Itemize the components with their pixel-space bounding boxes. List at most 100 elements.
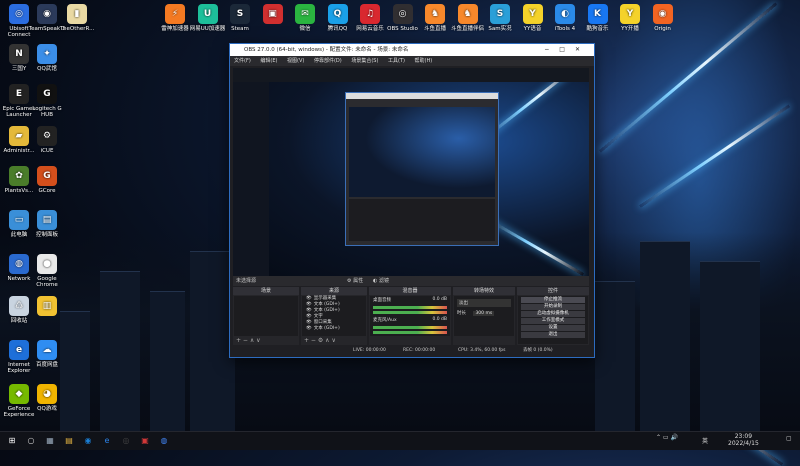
close-icon[interactable]: ✕ — [575, 46, 590, 53]
visibility-icon[interactable]: 👁 — [306, 296, 312, 301]
controls-dock: 控件 停止推流 开始录制 启动虚拟摄像机 工作室模式 设置 退出 — [517, 287, 589, 345]
visibility-icon[interactable]: 👁 — [306, 314, 312, 319]
app-icon: ▰ — [9, 126, 29, 146]
desktop-icon[interactable]: ✦ QQ武馆 — [28, 44, 66, 72]
source-item-label: 文字 — [313, 314, 323, 319]
desktop-icon-label: Google Chrome — [36, 276, 58, 288]
taskbar-app-icon[interactable]: ▦ — [44, 435, 56, 447]
taskbar-app-icon[interactable]: e — [101, 435, 113, 447]
clock[interactable]: 23:09 2022/4/15 — [728, 433, 759, 447]
app-icon: ☁ — [37, 340, 57, 360]
desktop-icon-label: Logitech G HUB — [32, 106, 62, 118]
preview-desktop-icons — [233, 82, 269, 276]
desktop-icon[interactable]: ▥ — [28, 296, 66, 318]
app-icon: ✦ — [37, 44, 57, 64]
app-icon: ◕ — [37, 384, 57, 404]
settings-button[interactable]: 设置 — [521, 325, 585, 331]
minimize-icon[interactable]: − — [544, 46, 559, 53]
taskbar-app-icon[interactable]: ◍ — [158, 435, 170, 447]
source-toolbar: 未选择源 ⚙ 属性 ◐ 滤镜 — [233, 276, 589, 286]
taskbar-app-icon[interactable]: ○ — [25, 435, 37, 447]
taskbar-app-icon[interactable]: ▤ — [63, 435, 75, 447]
scenes-list[interactable] — [234, 296, 298, 336]
transition-select[interactable]: 淡出 — [457, 299, 511, 307]
desktop-icon[interactable]: ◕ QQ游戏 — [28, 384, 66, 412]
taskbar-app-icon[interactable]: ◎ — [120, 435, 132, 447]
tray-icons[interactable]: ⌃ ▭ 🔊 — [656, 434, 678, 441]
desktop-icon-label: Steam — [231, 26, 249, 32]
window-controls[interactable]: −□✕ — [544, 44, 590, 56]
status-live: LIVE: 00:00:00 — [353, 348, 386, 353]
start-recording-button[interactable]: 开始录制 — [521, 304, 585, 310]
obs-preview[interactable] — [233, 68, 589, 276]
status-cpu: CPU: 3.4%, 60.00 fps — [458, 348, 506, 353]
menu-help[interactable]: 帮助(H) — [415, 58, 433, 64]
sources-title: 来源 — [301, 287, 367, 295]
light-beam — [639, 104, 791, 208]
duration-row: 时长 300 ms — [457, 311, 495, 316]
notification-icon[interactable]: ▢ — [786, 435, 792, 442]
status-dropped: 丢帧 0 (0.0%) — [523, 348, 553, 353]
duration-input[interactable]: 300 ms — [473, 311, 495, 316]
source-item[interactable]: 👁 文本 (GDI+) — [302, 326, 366, 332]
app-icon: ✉ — [295, 4, 315, 24]
menu-edit[interactable]: 编辑(E) — [260, 58, 277, 64]
menu-docks[interactable]: 停靠部件(D) — [314, 58, 342, 64]
sources-footer[interactable]: + − ⚙ ∧ ∨ — [301, 337, 367, 345]
ime-indicator[interactable]: 英 — [702, 436, 708, 445]
visibility-icon[interactable]: 👁 — [306, 326, 312, 331]
obs-menubar[interactable]: 文件(F) 编辑(E) 视图(V) 停靠部件(D) 场景集合(S) 工具(T) … — [230, 56, 594, 66]
desktop-icon[interactable]: G Logitech G HUB — [28, 84, 66, 118]
visibility-icon[interactable]: 👁 — [306, 308, 312, 313]
desktop-icon-label: 回收站 — [10, 318, 28, 324]
sources-dock: 来源 👁 显示器采集 👁 文本 (GDI+) 👁 文本 (GDI+) 👁 文字 👁 窗口采集 👁 文本… — [301, 287, 367, 345]
app-icon: N — [9, 44, 29, 64]
mixer-dock: 混音器 桌面音频 0.0 dB 麦克风/Aux 0.0 dB — [369, 287, 451, 345]
desktop-icon[interactable]: ● Google Chrome — [28, 254, 66, 288]
studio-mode-button[interactable]: 工作室模式 — [521, 318, 585, 324]
obs-window[interactable]: OBS 27.0.0 (64-bit, windows) - 配置文件: 未命名… — [229, 43, 595, 358]
desktop-icon-label: Origin — [654, 26, 671, 32]
properties-button[interactable]: ⚙ 属性 — [347, 276, 363, 286]
app-icon: ♞ — [457, 4, 478, 24]
desktop-icon-label: 百度网盘 — [35, 362, 58, 368]
app-icon: Y — [620, 4, 640, 24]
app-icon: ▮ — [67, 4, 87, 24]
app-icon: ◉ — [37, 4, 57, 24]
desktop-icon[interactable]: ☁ 百度网盘 — [28, 340, 66, 368]
mixer-channel: 桌面音频 0.0 dB — [373, 297, 447, 303]
app-icon: ▥ — [37, 296, 57, 316]
desktop-icon[interactable]: ⚙ iCUE — [28, 126, 66, 154]
exit-button[interactable]: 退出 — [521, 332, 585, 338]
controls-title: 控件 — [517, 287, 589, 295]
start-icon[interactable]: ⊞ — [6, 435, 18, 447]
obs-titlebar[interactable]: OBS 27.0.0 (64-bit, windows) - 配置文件: 未命名… — [230, 44, 594, 56]
scenes-footer[interactable]: + − ∧ ∨ — [233, 337, 299, 345]
app-icon: ▭ — [9, 210, 29, 230]
filters-button[interactable]: ◐ 滤镜 — [373, 276, 389, 286]
menu-file[interactable]: 文件(F) — [234, 58, 251, 64]
volume-meter — [373, 326, 447, 329]
app-icon: ✿ — [9, 166, 29, 186]
app-icon: ◆ — [9, 384, 29, 404]
desktop-icon[interactable]: ▮ TheOtherR... — [58, 4, 96, 32]
virtual-camera-button[interactable]: 启动虚拟摄像机 — [521, 311, 585, 317]
desktop-icon-label: TheOtherR... — [59, 26, 95, 32]
app-icon: G — [37, 84, 57, 104]
source-item-label: 文本 (GDI+) — [313, 308, 340, 313]
obs-title: OBS 27.0.0 (64-bit, windows) - 配置文件: 未命名… — [244, 47, 409, 53]
menu-view[interactable]: 视图(V) — [287, 58, 304, 64]
taskbar-app-icon[interactable]: ▣ — [139, 435, 151, 447]
desktop-icon[interactable]: ▤ 控制面板 — [28, 210, 66, 238]
app-icon: ▤ — [37, 210, 57, 230]
menu-scene-collection[interactable]: 场景集合(S) — [351, 58, 378, 64]
maximize-icon[interactable]: □ — [559, 46, 575, 53]
menu-tools[interactable]: 工具(T) — [388, 58, 405, 64]
visibility-icon[interactable]: 👁 — [306, 302, 312, 307]
desktop-icon[interactable]: ◉ Origin — [644, 4, 682, 32]
taskbar-app-icon[interactable]: ◉ — [82, 435, 94, 447]
desktop-icon[interactable]: G GCore — [28, 166, 66, 194]
visibility-icon[interactable]: 👁 — [306, 320, 312, 325]
sources-list[interactable]: 👁 显示器采集 👁 文本 (GDI+) 👁 文本 (GDI+) 👁 文字 👁 窗口采集 👁 文本 (G… — [302, 296, 366, 336]
stop-streaming-button[interactable]: 停止推流 — [521, 297, 585, 303]
